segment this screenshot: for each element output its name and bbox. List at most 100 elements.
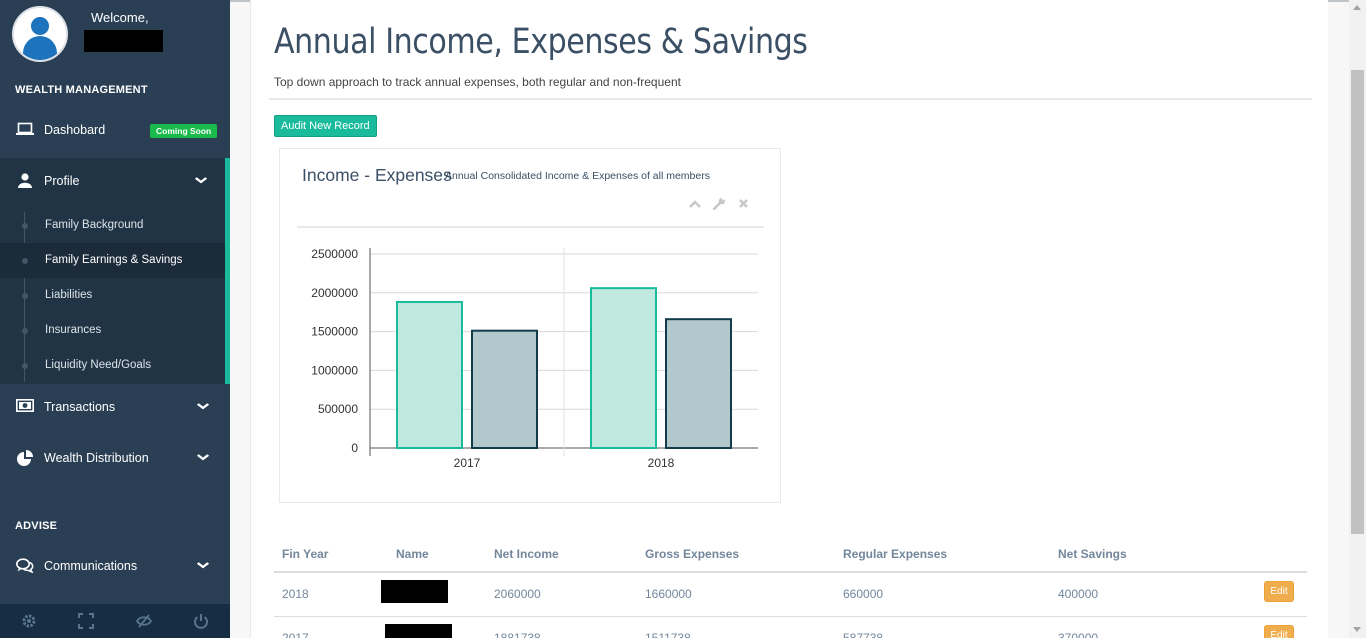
chevron-down-icon [196,560,210,572]
y-tick-label: 500000 [318,402,358,416]
sidebar-profile: Welcome, [0,0,230,72]
sidebar-item-label: Dashobard [44,123,106,137]
lock-icon[interactable] [115,604,173,638]
subitem-label: Family Background [45,219,144,231]
edit-button[interactable]: Edit [1264,581,1294,602]
sidebar-item-transactions[interactable]: Transactions [0,384,230,430]
y-tick-label: 2500000 [311,247,358,261]
sidebar-subitem-insurances[interactable]: Insurances [0,313,225,348]
chart-bar [471,329,538,449]
column-header: Gross Expenses [645,547,740,561]
page-title: Annual Income, Expenses & Savings [274,22,808,62]
subitem-label: Insurances [45,324,102,336]
page-subtitle: Top down approach to track annual expens… [274,75,681,89]
redacted-name [381,580,448,603]
sidebar-subitem-family-background[interactable]: Family Background [0,208,225,243]
main-content: Annual Income, Expenses & Savings Top do… [250,0,1328,638]
scroll-up-arrow-icon[interactable] [1353,5,1361,10]
subitem-label: Family Earnings & Savings [45,254,183,266]
sidebar-item-profile[interactable]: Profile [0,158,230,204]
sidebar-item-label: Profile [44,174,80,188]
cell-regular-expenses: 660000 [843,587,884,601]
bullet-icon [22,223,28,229]
column-header: Net Income [494,547,559,561]
income-expenses-panel: Income - Expenses Annual Consolidated In… [279,148,781,503]
cell-net-savings: 370000 [1058,631,1099,638]
edit-button[interactable]: Edit [1264,625,1294,638]
cell-gross-expenses: 1511738 [645,631,691,638]
column-header: Name [396,547,429,561]
cell-gross-expenses: 1660000 [645,587,692,601]
wrench-icon[interactable] [712,196,726,213]
bullet-icon [22,363,28,369]
x-tick-label: 2018 [648,456,675,470]
y-tick-label: 1500000 [311,325,358,339]
table-row: 2018 2060000 1660000 660000 400000 Edit [274,573,1307,617]
table-row: 2017 1881738 1511738 587738 370000 Edit [274,617,1307,638]
avatar[interactable] [12,6,68,62]
sidebar-item-wealth-distribution[interactable]: Wealth Distribution [0,435,230,481]
bullet-icon [22,258,28,264]
panel-divider [297,226,764,228]
column-header: Regular Expenses [843,547,948,561]
user-icon [15,173,35,189]
sidebar-subitem-family-earnings[interactable]: Family Earnings & Savings [0,243,225,278]
sidebar-item-label: Wealth Distribution [44,451,149,465]
divider [269,98,1312,100]
chart-bar [590,287,657,450]
panel-subtitle: Annual Consolidated Income & Expenses of… [445,170,710,182]
sidebar-item-communications[interactable]: Communications [0,543,230,589]
section-title-wealth: WEALTH MANAGEMENT [15,84,148,96]
fullscreen-icon[interactable] [58,604,116,638]
avatar-head-icon [31,17,49,35]
bullet-icon [22,328,28,334]
column-header: Fin Year [282,547,329,561]
close-icon[interactable] [736,197,750,213]
sidebar: Welcome, WEALTH MANAGEMENT Dashobard Com… [0,0,230,638]
bullet-icon [22,293,28,299]
y-tick-label: 2000000 [311,286,358,300]
cell-fin-year: 2018 [282,587,309,601]
avatar-body-icon [23,36,57,60]
chevron-down-icon [194,175,208,187]
chart-bar [396,300,463,450]
audit-new-record-button[interactable]: Audit New Record [274,115,377,137]
power-icon[interactable] [173,604,231,638]
subitem-label: Liquidity Need/Goals [45,359,152,371]
y-tick-label: 0 [351,441,358,455]
cell-net-income: 1881738 [494,631,541,638]
redacted-username [84,30,163,52]
scrollbar-thumb[interactable] [1351,70,1364,534]
cell-net-income: 2060000 [494,587,541,601]
sidebar-subitem-liquidity-goals[interactable]: Liquidity Need/Goals [0,348,225,383]
scroll-down-arrow-icon[interactable] [1353,627,1361,632]
chevron-down-icon [196,401,210,413]
settings-icon[interactable] [0,604,58,638]
subitem-label: Liabilities [45,289,93,301]
chart-bar [665,318,732,449]
comments-icon [15,558,35,574]
laptop-icon [15,122,35,138]
sidebar-subitem-liabilities[interactable]: Liabilities [0,278,225,313]
cell-fin-year: 2017 [282,631,309,638]
panel-toolbox [688,196,750,213]
y-tick-label: 1000000 [311,363,358,377]
collapse-icon[interactable] [688,197,702,213]
chevron-down-icon [196,452,210,464]
pie-chart-icon [15,450,35,466]
x-tick-label: 2017 [454,456,481,470]
sidebar-footer [0,604,230,638]
cell-regular-expenses: 587738 [843,631,884,638]
page-scrollbar[interactable] [1349,0,1366,638]
redacted-name [385,624,452,638]
section-title-advise: ADVISE [15,520,58,532]
income-expenses-chart: 0 500000 1000000 1500000 2000000 2500000 2017 2… [311,247,758,470]
money-icon [15,399,35,415]
column-header: Net Savings [1058,547,1127,561]
coming-soon-badge: Coming Soon [150,124,218,138]
sidebar-item-label: Communications [44,559,138,573]
panel-title: Income - Expenses [302,165,452,185]
welcome-text: Welcome, [91,10,149,25]
sidebar-item-label: Transactions [44,400,116,414]
cell-net-savings: 400000 [1058,587,1099,601]
